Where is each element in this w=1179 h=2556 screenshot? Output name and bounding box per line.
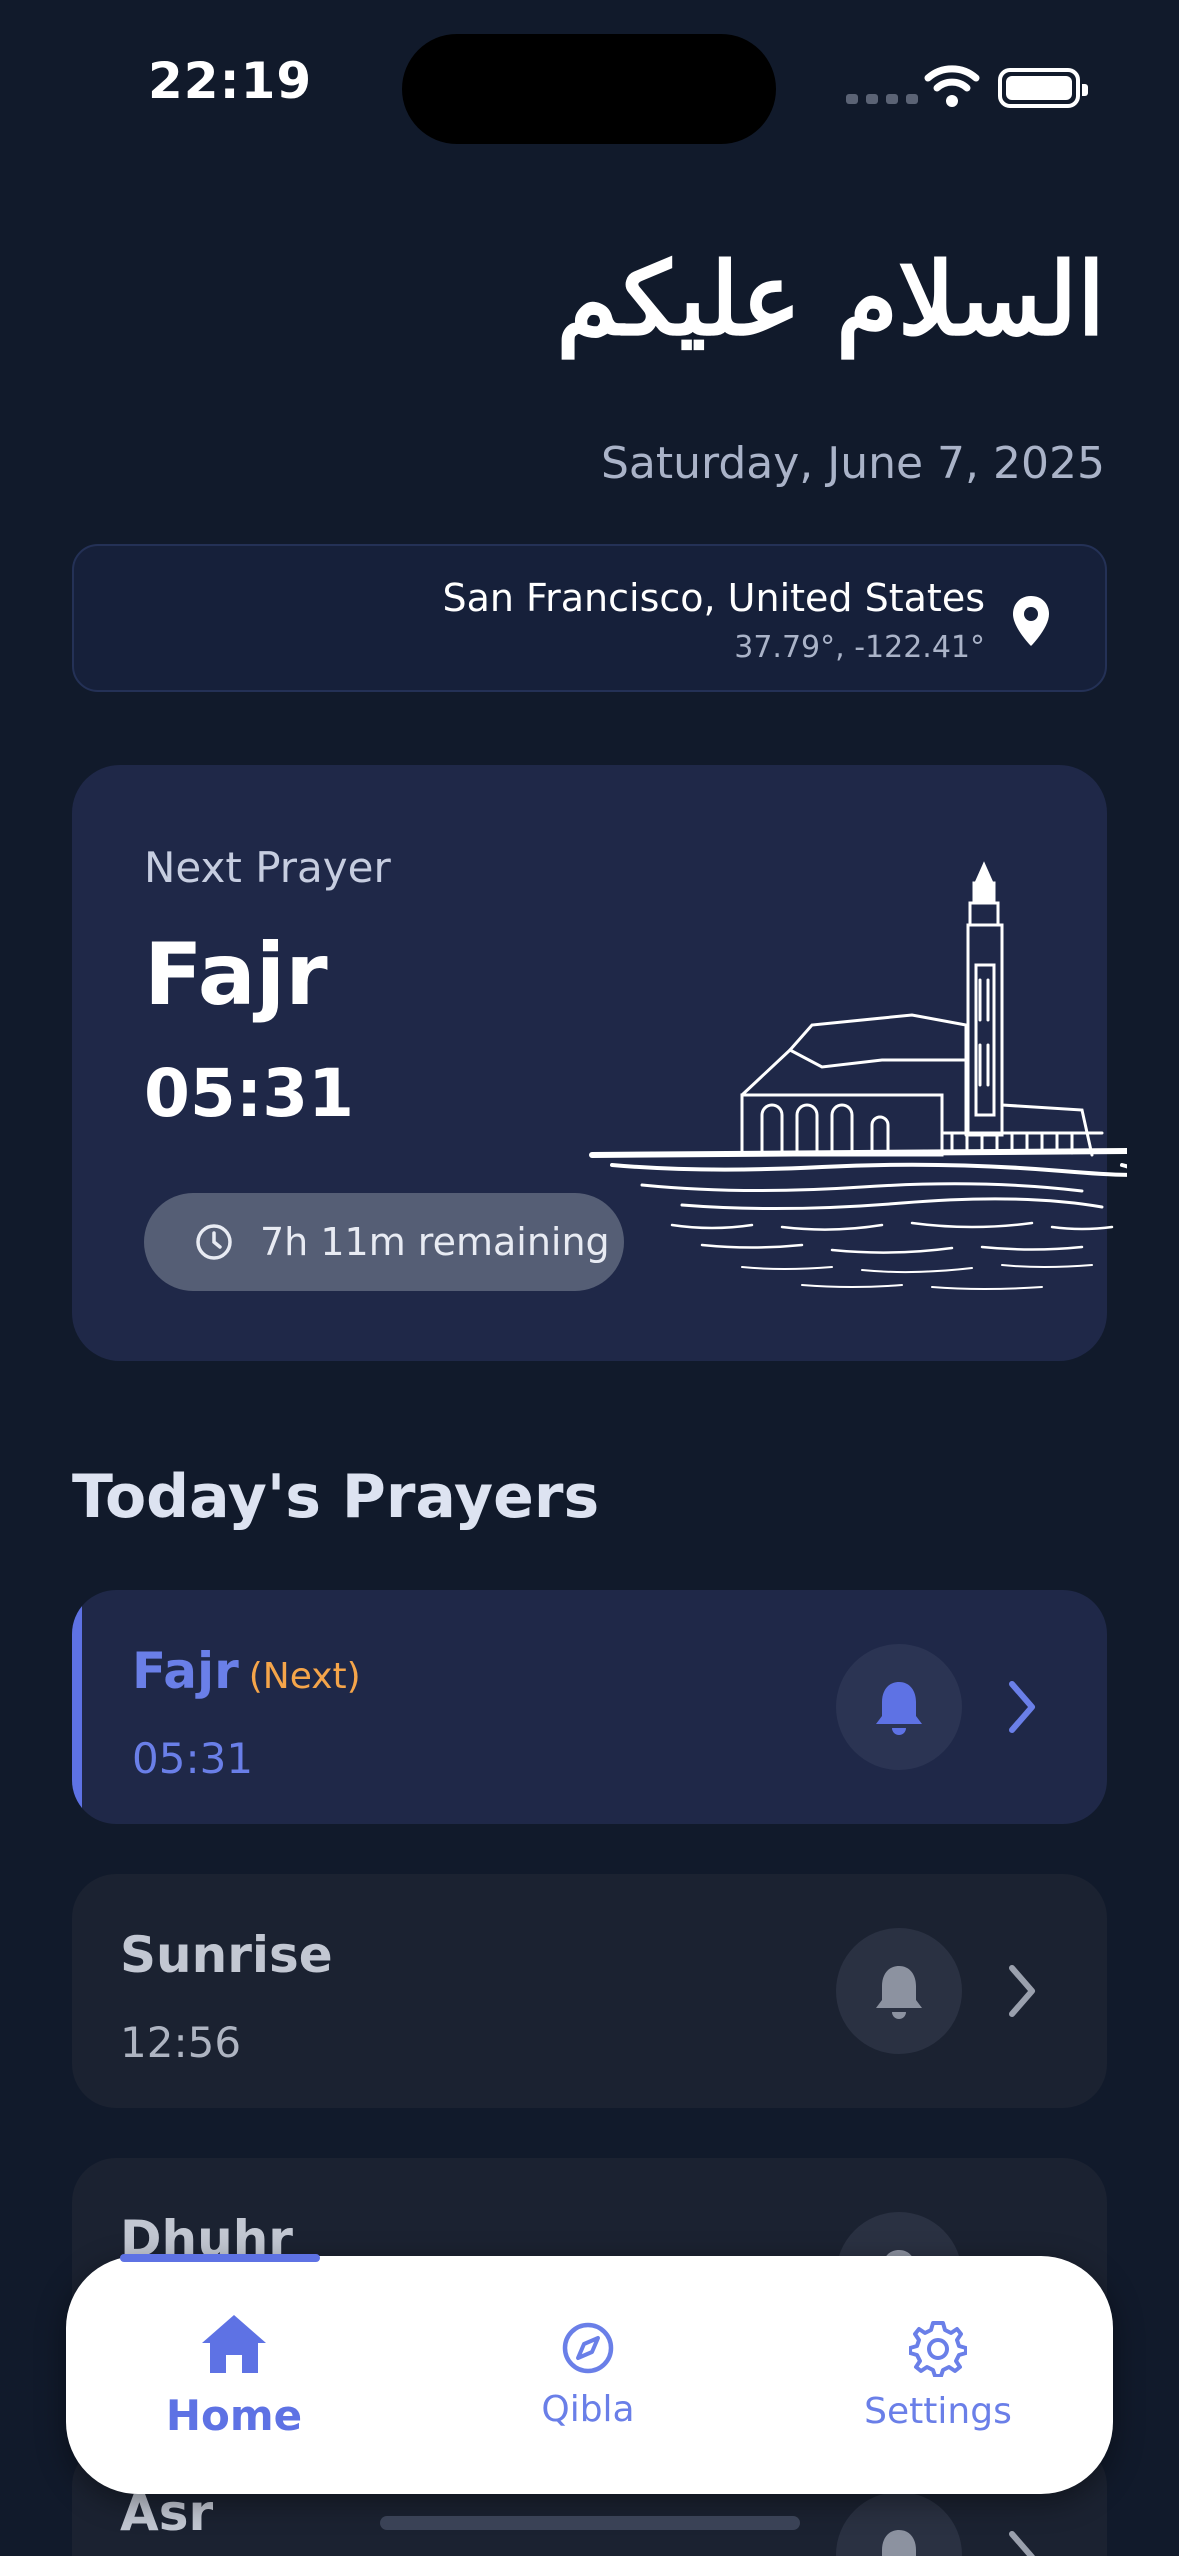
tab-qibla-label: Qibla [541, 2388, 635, 2430]
chevron-right-icon[interactable] [1002, 1956, 1042, 2026]
next-prayer-card[interactable]: Next Prayer Fajr 05:31 7h 11m remaining [72, 765, 1127, 1361]
current-date: Saturday, June 7, 2025 [600, 438, 1105, 489]
battery-icon [998, 68, 1088, 108]
tab-selection-indicator [120, 2254, 320, 2262]
mosque-illustration [589, 861, 1127, 1290]
prayer-name: Fajr (Next) [132, 1642, 361, 1700]
wifi-icon [924, 65, 980, 107]
arabic-greeting: السلام عليكم [556, 240, 1105, 358]
prayer-card-fajr[interactable]: Fajr (Next) 05:31 [72, 1590, 1107, 1824]
tab-qibla[interactable]: Qibla [448, 2256, 728, 2494]
prayer-time: 12:56 [120, 2018, 242, 2067]
location-card[interactable]: San Francisco, United States 37.79°, -12… [72, 544, 1107, 692]
tab-settings[interactable]: Settings [798, 2256, 1078, 2494]
dynamic-island [402, 34, 776, 144]
tab-home-label: Home [165, 2390, 303, 2440]
compass-icon [562, 2322, 614, 2373]
next-prayer-label: Next Prayer [144, 843, 391, 892]
bell-icon [882, 2530, 916, 2556]
prayer-name: Sunrise [120, 1926, 333, 1984]
next-prayer-time: 05:31 [144, 1055, 355, 1132]
bell-icon [876, 1682, 922, 1735]
prayer-card-sunrise[interactable]: Sunrise 12:56 [72, 1874, 1107, 2108]
tab-settings-label: Settings [864, 2390, 1012, 2432]
notification-toggle-button[interactable] [836, 2492, 962, 2556]
time-remaining-badge: 7h 11m remaining [144, 1193, 624, 1291]
chevron-right-icon[interactable] [1002, 2522, 1042, 2556]
notification-toggle-button[interactable] [836, 1644, 962, 1770]
cellular-signal-icon [846, 94, 918, 104]
notification-toggle-button[interactable] [836, 1928, 962, 2054]
bottom-tab-bar: Home Qibla Settings [66, 2256, 1113, 2494]
next-tag: (Next) [248, 1656, 361, 1697]
prayer-time: 05:31 [132, 1734, 254, 1783]
clock-icon [196, 1224, 232, 1260]
tab-home[interactable]: Home [94, 2256, 374, 2494]
location-pin-icon [1013, 596, 1049, 646]
status-bar-clock: 22:19 [148, 52, 313, 110]
location-city: San Francisco, United States [442, 576, 985, 620]
gear-icon [909, 2320, 967, 2377]
todays-prayers-heading: Today's Prayers [72, 1462, 600, 1532]
next-prayer-name: Fajr [144, 925, 328, 1025]
home-icon [202, 2314, 266, 2373]
time-remaining-text: 7h 11m remaining [260, 1220, 610, 1264]
home-indicator[interactable] [380, 2516, 800, 2530]
location-coordinates: 37.79°, -122.41° [734, 630, 985, 665]
chevron-right-icon[interactable] [1002, 1672, 1042, 1742]
bell-icon [876, 1966, 922, 2019]
